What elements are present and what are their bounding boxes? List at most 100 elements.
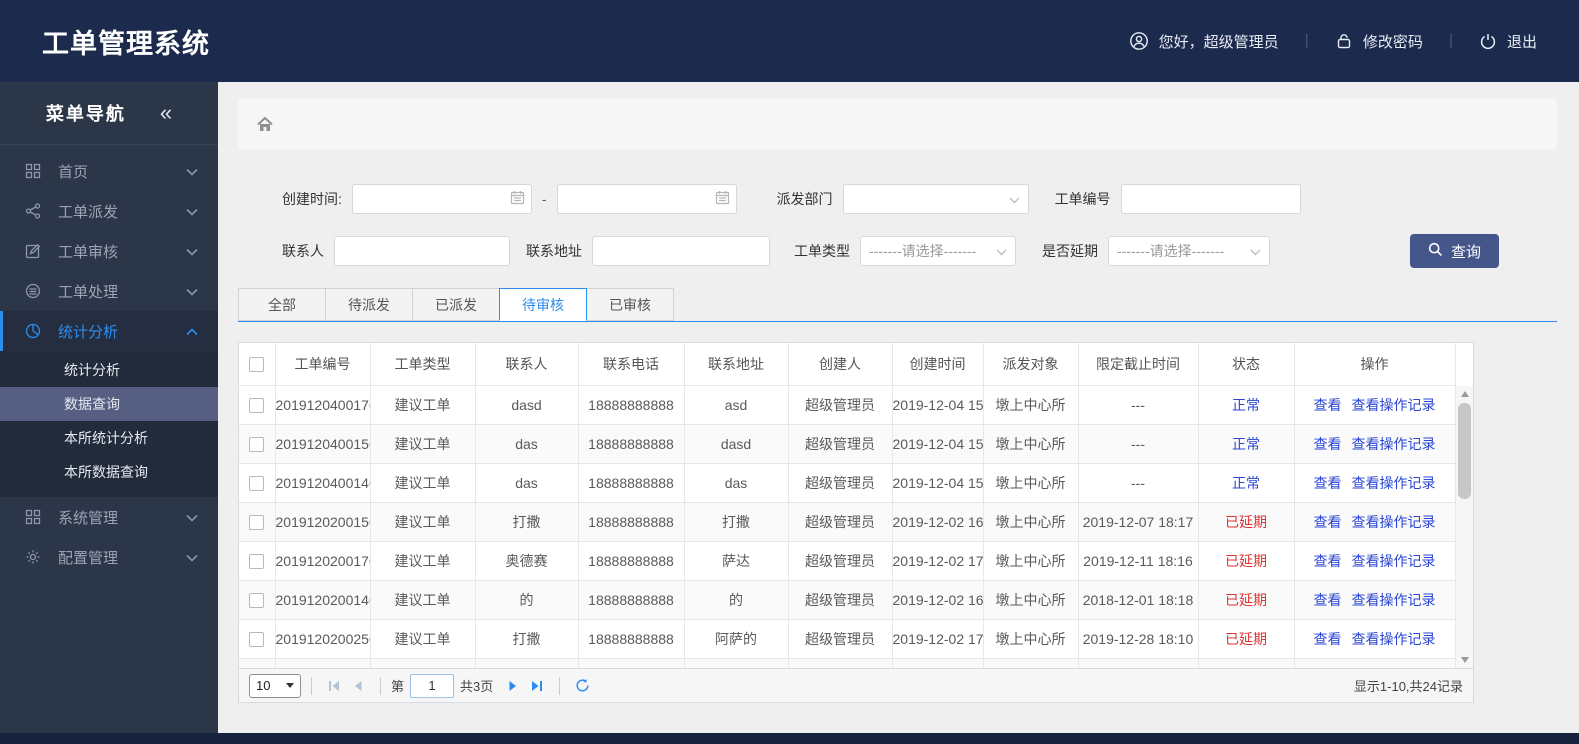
submenu-item-data-query[interactable]: 数据查询 <box>0 387 218 421</box>
cell-dispatch-target: 墩上中心所 <box>983 385 1079 425</box>
cell-creator: 超级管理员 <box>788 541 893 581</box>
view-link[interactable]: 查看 <box>1314 592 1342 608</box>
next-page-button[interactable] <box>501 674 525 698</box>
user-greeting[interactable]: 您好，超级管理员 <box>1129 31 1279 52</box>
select-placeholder: -------请选择------- <box>869 243 977 259</box>
cell-order-type: 建议工单 <box>370 502 476 542</box>
scroll-down-icon[interactable] <box>1456 652 1473 668</box>
cell-deadline: 2019-12-28 18:10 <box>1078 619 1199 659</box>
page-number-input[interactable] <box>410 673 455 698</box>
sidebar-item-process[interactable]: 工单处理 <box>0 271 218 311</box>
view-log-link[interactable]: 查看操作记录 <box>1352 553 1436 569</box>
tab-to-dispatch[interactable]: 待派发 <box>325 288 413 321</box>
page-size-select[interactable]: 10 <box>249 673 301 698</box>
col-actions: 操作 <box>1294 343 1456 386</box>
row-checkbox[interactable] <box>249 397 265 413</box>
cell-dispatch-target: 墩上中心所 <box>983 463 1079 503</box>
divider <box>559 676 561 695</box>
view-link[interactable]: 查看 <box>1314 475 1342 491</box>
sidebar-item-dispatch[interactable]: 工单派发 <box>0 191 218 231</box>
home-icon[interactable] <box>256 116 274 133</box>
select-all-checkbox[interactable] <box>249 357 265 373</box>
view-link[interactable]: 查看 <box>1314 514 1342 530</box>
submenu-item-statistics-analysis[interactable]: 统计分析 <box>0 353 218 387</box>
refresh-icon[interactable] <box>570 674 594 698</box>
row-checkbox[interactable] <box>249 514 265 530</box>
view-link[interactable]: 查看 <box>1314 631 1342 647</box>
sidebar-item-system[interactable]: 系统管理 <box>0 497 218 537</box>
table-scrollbar[interactable] <box>1455 386 1473 668</box>
sidebar-item-statistics[interactable]: 统计分析 <box>0 311 218 351</box>
view-log-link[interactable]: 查看操作记录 <box>1352 475 1436 491</box>
cell-create-time: 2019-12-02 17 <box>892 619 984 659</box>
row-checkbox[interactable] <box>249 475 265 491</box>
cell-dispatch-target: 墩上中心所 <box>983 541 1079 581</box>
cell-phone: 18888888888 <box>578 619 685 659</box>
overdue-select[interactable]: -------请选择------- <box>1108 236 1270 266</box>
cell-creator: 超级管理员 <box>788 502 893 542</box>
view-log-link[interactable]: 查看操作记录 <box>1352 514 1436 530</box>
search-button[interactable]: 查询 <box>1409 234 1499 268</box>
order-no-input[interactable] <box>1120 184 1301 214</box>
tab-dispatched[interactable]: 已派发 <box>412 288 500 321</box>
row-checkbox[interactable] <box>249 631 265 647</box>
prev-page-button[interactable] <box>346 674 370 698</box>
create-time-start-input[interactable] <box>351 184 532 214</box>
cell-phone: 18888888888 <box>578 580 685 620</box>
gear-icon <box>24 549 42 565</box>
view-log-link[interactable]: 查看操作记录 <box>1352 397 1436 413</box>
sidebar-item-home[interactable]: 首页 <box>0 151 218 191</box>
dispatch-dept-select[interactable] <box>842 184 1029 214</box>
last-page-button[interactable] <box>525 674 549 698</box>
submenu-item-local-data-query[interactable]: 本所数据查询 <box>0 455 218 489</box>
first-page-button[interactable] <box>322 674 346 698</box>
scroll-up-icon[interactable] <box>1456 386 1473 402</box>
sidebar-item-label: 统计分析 <box>58 323 119 341</box>
view-link[interactable]: 查看 <box>1314 553 1342 569</box>
records-info: 显示1-10,共24记录 <box>1353 679 1463 694</box>
cell-order-type: 建议工单 <box>370 463 476 503</box>
scrollbar-thumb[interactable] <box>1458 403 1471 499</box>
order-type-select[interactable]: -------请选择------- <box>860 236 1016 266</box>
cell-order-no: 201912020025C <box>275 619 371 659</box>
row-checkbox[interactable] <box>249 553 265 569</box>
change-password-button[interactable]: 修改密码 <box>1335 31 1423 52</box>
calendar-icon[interactable] <box>715 190 730 208</box>
view-link[interactable]: 查看 <box>1314 397 1342 413</box>
sidebar: 菜单导航 « 首页 工单派发 工单审核 工单处理 统计分析 统计分析 数据查询 … <box>0 82 218 733</box>
view-log-link[interactable]: 查看操作记录 <box>1352 436 1436 452</box>
cell-address: 打撒 <box>684 502 789 542</box>
grid-icon <box>24 509 42 525</box>
view-log-link[interactable]: 查看操作记录 <box>1352 592 1436 608</box>
logout-button[interactable]: 退出 <box>1479 31 1537 52</box>
contact-label: 联系人 <box>282 243 324 259</box>
row-checkbox[interactable] <box>249 436 265 452</box>
app-title: 工单管理系统 <box>42 28 210 59</box>
status-badge: 已延期 <box>1225 591 1267 608</box>
view-link[interactable]: 查看 <box>1314 436 1342 452</box>
address-input[interactable] <box>592 236 770 266</box>
tab-to-review[interactable]: 待审核 <box>499 288 587 321</box>
row-checkbox[interactable] <box>249 592 265 608</box>
collapse-sidebar-icon[interactable]: « <box>160 102 172 124</box>
cell-order-no: 201912020015C <box>275 502 371 542</box>
view-log-link[interactable]: 查看操作记录 <box>1352 631 1436 647</box>
stack-icon <box>24 283 42 299</box>
sidebar-item-review[interactable]: 工单审核 <box>0 231 218 271</box>
cell-create-time: 2019-12-02 16 <box>892 502 984 542</box>
col-contact: 联系人 <box>475 343 579 386</box>
create-time-end-input[interactable] <box>556 184 737 214</box>
cell-address: dasd <box>684 424 789 464</box>
tab-all[interactable]: 全部 <box>238 288 326 321</box>
col-phone: 联系电话 <box>578 343 685 386</box>
sidebar-item-config[interactable]: 配置管理 <box>0 537 218 577</box>
contact-input[interactable] <box>334 236 510 266</box>
cell-creator: 超级管理员 <box>788 619 893 659</box>
cell-contact: 奥德赛 <box>475 541 579 581</box>
submenu-item-local-statistics[interactable]: 本所统计分析 <box>0 421 218 455</box>
calendar-icon[interactable] <box>510 190 525 208</box>
address-label: 联系地址 <box>526 243 582 259</box>
filter-panel: 创建时间: - 派发部门 工单编号 联系人 联系地址 工单类型 -------请… <box>282 184 1557 268</box>
table-row: 201912020015C 建议工单 打撒 18888888888 打撒 超级管理员 201… <box>239 502 1456 542</box>
tab-reviewed[interactable]: 已审核 <box>586 288 674 321</box>
